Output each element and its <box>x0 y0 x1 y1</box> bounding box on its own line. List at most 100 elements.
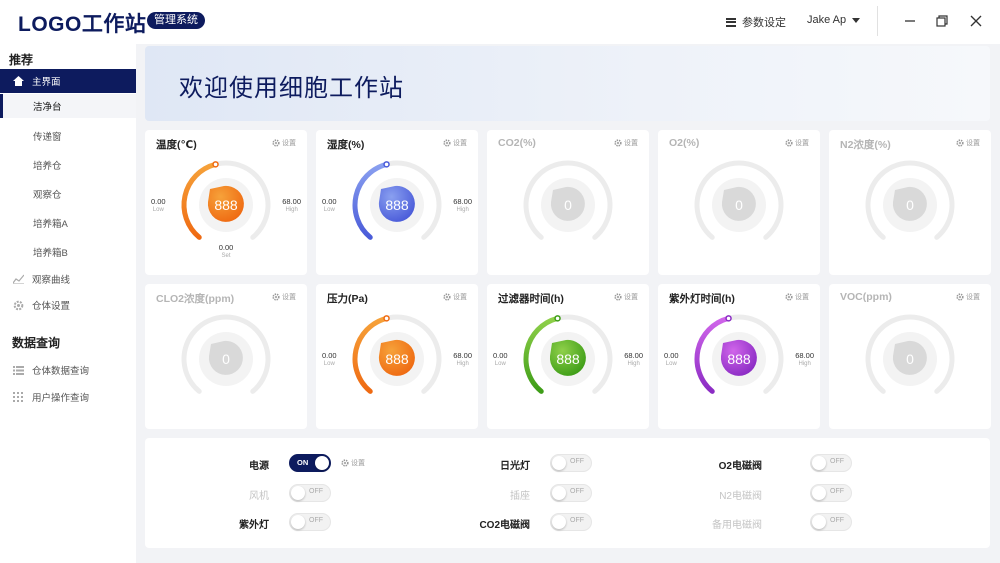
home-icon <box>12 75 24 87</box>
sidebar-item-curve[interactable]: 观察曲线 <box>0 267 136 291</box>
sidebar-item-clean-bench[interactable]: 洁净台 <box>0 94 136 118</box>
card-settings-label: 设置 <box>282 294 296 301</box>
gauge-card: 温度(℃) 设置 888 0.00 Low 68.00 High 0.00 Set <box>145 130 307 275</box>
control-toggle[interactable]: OFF <box>289 513 331 531</box>
card-settings-button[interactable]: 设置 <box>443 292 467 302</box>
card-settings-button[interactable]: 设置 <box>785 138 809 148</box>
control-label: N2电磁阀 <box>719 491 762 502</box>
close-button[interactable] <box>966 11 986 31</box>
control-label: 日光灯 <box>500 461 530 472</box>
card-settings-label: 设置 <box>624 294 638 301</box>
list-icon <box>12 364 24 376</box>
control-settings-button[interactable]: 设置 <box>341 458 365 468</box>
sidebar-item-incubator-b[interactable]: 培养箱B <box>0 240 136 264</box>
sidebar-item-main[interactable]: 主界面 <box>0 69 136 93</box>
control-toggle[interactable]: OFF <box>550 484 592 502</box>
gear-icon <box>272 139 280 147</box>
gauge-card: VOC(ppm) 设置 0 <box>829 284 991 429</box>
gauge-value: 888 <box>214 197 238 213</box>
control-label: 插座 <box>510 491 530 502</box>
sidebar-section-recommend: 推荐 <box>9 53 34 67</box>
card-settings-button[interactable]: 设置 <box>272 138 296 148</box>
gauge-card: CLO2浓度(ppm) 设置 0 <box>145 284 307 429</box>
minimize-button[interactable] <box>900 11 920 31</box>
toggle-state: OFF <box>830 517 844 524</box>
menu-icon <box>726 17 736 27</box>
sidebar-item-culture-cabin[interactable]: 培养仓 <box>0 153 136 177</box>
control-toggle[interactable]: OFF <box>550 513 592 531</box>
sidebar-section-data-query: 数据查询 <box>12 336 61 350</box>
card-settings-button[interactable]: 设置 <box>785 292 809 302</box>
toggle-state: OFF <box>309 517 323 524</box>
toggle-state: ON <box>297 458 309 467</box>
control-toggle[interactable]: ON <box>289 454 331 472</box>
toggle-state: OFF <box>830 458 844 465</box>
control-toggle[interactable]: OFF <box>289 484 331 502</box>
low-label: Low <box>152 207 164 213</box>
gear-icon <box>956 293 964 301</box>
control-toggle[interactable]: OFF <box>810 454 852 472</box>
card-settings-label: 设置 <box>795 140 809 147</box>
gear-icon <box>785 139 793 147</box>
gauge-card: 压力(Pa) 设置 888 0.00 Low 68.00 High <box>316 284 478 429</box>
card-settings-label: 设置 <box>966 140 980 147</box>
high-label: High <box>285 207 298 213</box>
card-settings-button[interactable]: 设置 <box>614 292 638 302</box>
sidebar-item-incubator-a[interactable]: 培养箱A <box>0 211 136 235</box>
settings-button[interactable]: 参数设定 <box>726 14 786 30</box>
control-label: 电源 <box>249 461 269 472</box>
card-settings-button[interactable]: 设置 <box>956 292 980 302</box>
gauge-card: N2浓度(%) 设置 0 <box>829 130 991 275</box>
gauge-card: O2(%) 设置 0 <box>658 130 820 275</box>
sidebar-item-pass-box[interactable]: 传递窗 <box>0 124 136 148</box>
gauge-value: 888 <box>727 351 751 367</box>
control-settings-label: 设置 <box>351 460 365 467</box>
card-settings-label: 设置 <box>624 140 638 147</box>
control-toggle[interactable]: OFF <box>810 513 852 531</box>
high-number: 68.00 <box>282 197 301 206</box>
toggle-state: OFF <box>830 488 844 495</box>
card-title: O2(%) <box>669 137 700 149</box>
gauge-value: 0 <box>906 197 914 213</box>
control-toggle[interactable]: OFF <box>550 454 592 472</box>
card-settings-button[interactable]: 设置 <box>272 292 296 302</box>
low-number: 0.00 <box>322 197 337 206</box>
high-number: 68.00 <box>453 351 472 360</box>
user-menu[interactable]: Jake Ap <box>807 14 861 26</box>
sidebar-item-label: 培养箱A <box>33 219 68 230</box>
high-label: High <box>456 361 469 367</box>
card-title: 压力(Pa) <box>327 293 368 305</box>
card-settings-button[interactable]: 设置 <box>956 138 980 148</box>
gauge-value: 0 <box>564 197 572 213</box>
set-label: Set <box>221 253 231 259</box>
high-number: 68.00 <box>795 351 814 360</box>
card-settings-button[interactable]: 设置 <box>614 138 638 148</box>
card-title: 过滤器时间(h) <box>498 293 564 305</box>
welcome-banner: 欢迎使用细胞工作站 <box>145 46 990 121</box>
low-number: 0.00 <box>493 351 508 360</box>
gauge-high-value: 68.00 High <box>282 197 301 215</box>
sidebar-item-label: 培养仓 <box>33 161 62 172</box>
low-label: Low <box>323 207 335 213</box>
toggle-knob <box>812 456 826 470</box>
low-label: Low <box>665 361 677 367</box>
restore-button[interactable] <box>932 11 952 31</box>
gear-icon <box>341 459 349 467</box>
sidebar: 推荐 主界面 洁净台 传递窗 培养仓 观察仓 培养箱A 培养箱B 观察曲线 仓体… <box>0 44 136 563</box>
sidebar-item-cabin-settings[interactable]: 仓体设置 <box>0 293 136 317</box>
control-toggle[interactable]: OFF <box>810 484 852 502</box>
low-number: 0.00 <box>151 197 166 206</box>
gear-icon <box>443 139 451 147</box>
grid-icon <box>12 391 24 403</box>
sidebar-item-observation-cabin[interactable]: 观察仓 <box>0 182 136 206</box>
sidebar-item-cabin-data-query[interactable]: 仓体数据查询 <box>0 358 136 382</box>
sidebar-item-label: 观察曲线 <box>32 275 71 286</box>
sidebar-item-user-op-query[interactable]: 用户操作查询 <box>0 385 136 409</box>
sidebar-item-label: 培养箱B <box>33 248 68 259</box>
card-settings-label: 设置 <box>453 294 467 301</box>
app-logo: LOGO工作站 <box>18 13 147 36</box>
card-title: N2浓度(%) <box>840 139 891 151</box>
card-settings-button[interactable]: 设置 <box>443 138 467 148</box>
high-number: 68.00 <box>453 197 472 206</box>
low-number: 0.00 <box>664 351 679 360</box>
